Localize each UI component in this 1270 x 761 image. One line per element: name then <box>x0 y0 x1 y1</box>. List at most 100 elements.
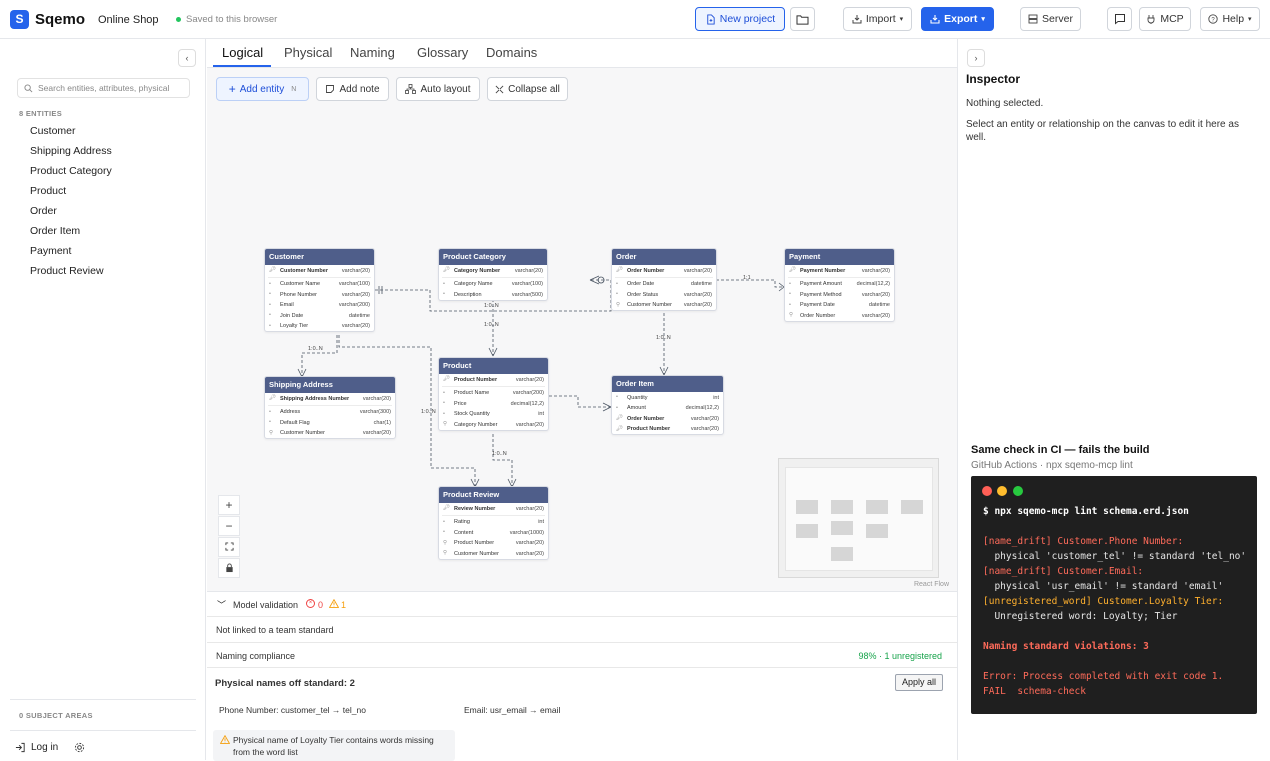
tab-naming[interactable]: Naming <box>350 45 395 60</box>
login-icon <box>15 742 25 753</box>
attribute-row[interactable]: • Phone Number varchar(20) <box>265 289 374 300</box>
zoom-out-button[interactable]: − <box>218 516 240 536</box>
search-input[interactable]: Search entities, attributes, physical <box>17 78 190 98</box>
attribute-row[interactable]: • Join Date datetime <box>265 310 374 321</box>
attribute-row[interactable]: • Category Name varchar(100) <box>439 279 547 290</box>
sidebar-entity-customer[interactable]: Customer <box>30 125 76 137</box>
attribute-row[interactable]: ⚲ Customer Number varchar(20) <box>612 300 716 311</box>
attribute-row[interactable]: ⚲ Product Number varchar(20) <box>439 538 548 549</box>
attribute-row[interactable]: 🔑︎ Product Number varchar(20) <box>439 374 548 385</box>
sidebar-entity-order[interactable]: Order <box>30 205 57 217</box>
sidebar-entity-product-review[interactable]: Product Review <box>30 265 104 277</box>
naming-compliance-label: Naming compliance <box>216 651 296 661</box>
help-label: Help <box>1222 13 1245 25</box>
collapse-inspector-button[interactable]: › <box>967 49 985 67</box>
entity-product[interactable]: Product 🔑︎ Product Number varchar(20) • Pro… <box>438 357 549 431</box>
collapse-sidebar-button[interactable]: ‹ <box>178 49 196 67</box>
attribute-row[interactable]: • Stock Quantity int <box>439 409 548 420</box>
attribute-row[interactable]: • Payment Date datetime <box>785 300 894 311</box>
entities-count: 8 ENTITIES <box>19 109 63 118</box>
gear-icon[interactable] <box>74 742 85 753</box>
attribute-row[interactable]: • Default Flag char(1) <box>265 417 395 428</box>
attribute-row[interactable]: 🔑︎ Product Number varchar(20) <box>612 424 723 435</box>
entity-product-category[interactable]: Product Category 🔑︎ Category Number varcha… <box>438 248 548 301</box>
attribute-row[interactable]: 🔑︎ Category Number varchar(20) <box>439 265 547 276</box>
sidebar-entity-product-category[interactable]: Product Category <box>30 165 112 177</box>
foreign-key-icon: ⚲ <box>269 429 274 436</box>
attribute-row[interactable]: • Payment Method varchar(20) <box>785 289 894 300</box>
attribute-row[interactable]: • Order Status varchar(20) <box>612 289 716 300</box>
attribute-row[interactable]: 🔑︎ Payment Number varchar(20) <box>785 265 894 276</box>
minimap[interactable] <box>778 458 939 578</box>
attribute-row[interactable]: • Email varchar(200) <box>265 300 374 311</box>
project-name[interactable]: Online Shop <box>98 14 159 26</box>
import-button[interactable]: Import ▾ <box>843 7 912 31</box>
attribute-row[interactable]: • Product Name varchar(200) <box>439 388 548 399</box>
foreign-key-icon: ⚲ <box>789 312 794 318</box>
minimize-dot <box>997 486 1007 496</box>
attribute-row[interactable]: ⚲ Category Number varchar(20) <box>439 419 548 430</box>
chevron-down-icon: ﹀ <box>217 600 227 610</box>
new-project-button[interactable]: New project <box>695 7 785 31</box>
tab-domains[interactable]: Domains <box>486 45 537 60</box>
apply-all-button[interactable]: Apply all <box>895 674 943 691</box>
attribute-row[interactable]: • Payment Amount decimal(12,2) <box>785 279 894 290</box>
sidebar-entity-product[interactable]: Product <box>30 185 66 197</box>
attribute-row[interactable]: 🔑︎ Review Number varchar(20) <box>439 503 548 514</box>
login-button[interactable]: Log in <box>15 742 58 753</box>
foreign-key-icon: ⚲ <box>443 550 448 556</box>
off-standard-title: Physical names off standard: 2 <box>215 678 355 689</box>
suggestion-item[interactable]: Email: usr_email → email <box>464 705 560 715</box>
attribute-row[interactable]: • Price decimal(12,2) <box>439 398 548 409</box>
attribute-row[interactable]: • Order Date datetime <box>612 279 716 290</box>
minimap-node <box>831 547 853 561</box>
close-dot <box>982 486 992 496</box>
fit-view-button[interactable] <box>218 537 240 557</box>
suggestion-item[interactable]: Phone Number: customer_tel → tel_no <box>219 705 366 715</box>
attribute-row[interactable]: 🔑︎ Order Number varchar(20) <box>612 413 723 424</box>
attribute-row[interactable]: • Customer Name varchar(100) <box>265 279 374 290</box>
react-flow-attribution[interactable]: React Flow <box>914 581 949 588</box>
validation-header[interactable]: ﹀ Model validation × 0 1 <box>207 592 957 617</box>
entity-order-item[interactable]: Order Item • Quantity int • Amount decimal(1… <box>611 375 724 435</box>
tab-glossary[interactable]: Glossary <box>417 45 468 60</box>
attribute-row[interactable]: 🔑︎ Shipping Address Number varchar(20) <box>265 393 395 404</box>
open-folder-button[interactable] <box>790 7 815 31</box>
entity-product-review[interactable]: Product Review 🔑︎ Review Number varchar(20… <box>438 486 549 560</box>
entity-customer[interactable]: Customer 🔑︎ Customer Number varchar(20) • C… <box>264 248 375 332</box>
entity-shipping-address[interactable]: Shipping Address 🔑︎ Shipping Address Numb… <box>264 376 396 439</box>
primary-key-icon: 🔑︎ <box>443 376 450 382</box>
attribute-row[interactable]: • Content varchar(1000) <box>439 527 548 538</box>
sidebar-entity-shipping-address[interactable]: Shipping Address <box>30 145 112 157</box>
attribute-row[interactable]: • Quantity int <box>612 392 723 403</box>
chevron-left-icon: ‹ <box>185 53 189 63</box>
export-label: Export <box>944 13 978 25</box>
export-button[interactable]: Export ▾ <box>921 7 994 31</box>
attribute-row[interactable]: ⚲ Customer Number varchar(20) <box>439 548 548 559</box>
attribute-row[interactable]: • Address varchar(300) <box>265 407 395 418</box>
fit-view-icon <box>224 542 234 551</box>
attribute-row[interactable]: 🔑︎ Order Number varchar(20) <box>612 265 716 276</box>
tab-logical[interactable]: Logical <box>222 45 263 60</box>
attribute-row[interactable]: 🔑︎ Customer Number varchar(20) <box>265 265 374 276</box>
attribute-row[interactable]: • Rating int <box>439 517 548 528</box>
comment-button[interactable] <box>1107 7 1132 31</box>
attribute-row[interactable]: • Amount decimal(12,2) <box>612 403 723 414</box>
mcp-button[interactable]: MCP <box>1139 7 1191 31</box>
server-button[interactable]: Server <box>1020 7 1081 31</box>
zoom-in-button[interactable]: + <box>218 495 240 515</box>
attribute-row[interactable]: • Description varchar(500) <box>439 289 547 300</box>
search-icon <box>24 84 33 93</box>
help-button[interactable]: ? Help ▾ <box>1200 7 1260 31</box>
sidebar-entity-order-item[interactable]: Order Item <box>30 225 80 237</box>
entity-payment[interactable]: Payment 🔑︎ Payment Number varchar(20) • Pay… <box>784 248 895 322</box>
attribute-row[interactable]: ⚲ Customer Number varchar(20) <box>265 428 395 439</box>
attribute-row[interactable]: • Loyalty Tier varchar(20) <box>265 321 374 332</box>
tab-physical[interactable]: Physical <box>284 45 332 60</box>
import-label: Import <box>865 13 896 25</box>
lock-button[interactable] <box>218 558 240 578</box>
entity-order[interactable]: Order 🔑︎ Order Number varchar(20) • Order D… <box>611 248 717 311</box>
attribute-row[interactable]: ⚲ Order Number varchar(20) <box>785 310 894 321</box>
sidebar-entity-payment[interactable]: Payment <box>30 245 71 257</box>
diagram-canvas[interactable]: + Add entity N Add note Auto layout Coll… <box>207 68 957 591</box>
